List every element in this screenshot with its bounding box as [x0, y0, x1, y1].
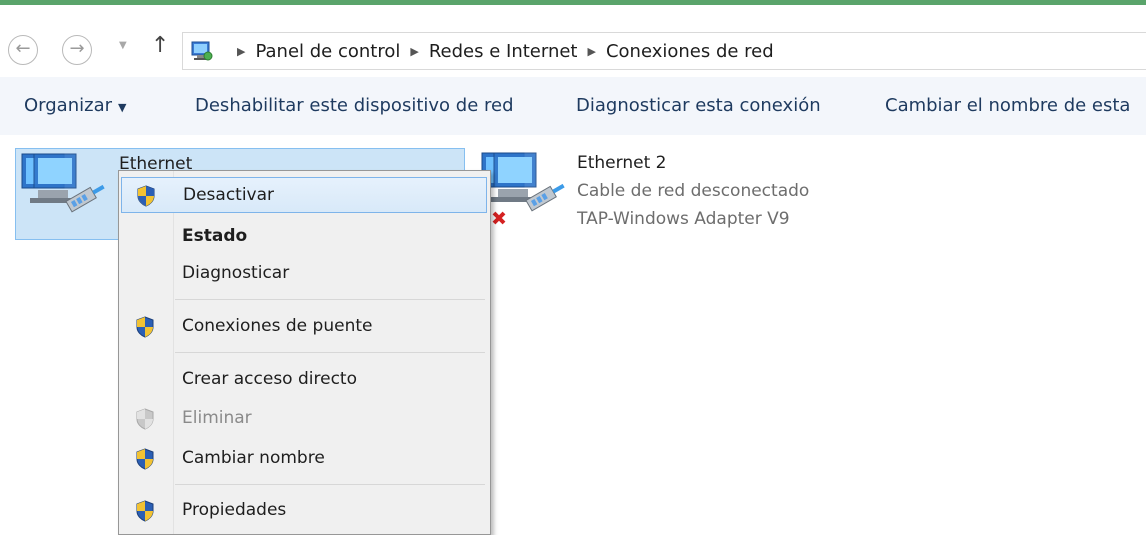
menu-item-diagnosticar[interactable]: Diagnosticar [119, 256, 490, 292]
uac-shield-icon [136, 316, 154, 338]
breadcrumb: ▶ Panel de control ▶ Redes e Internet ▶ … [227, 41, 774, 62]
breadcrumb-item-control-panel[interactable]: Panel de control [255, 41, 400, 62]
menu-item-propiedades[interactable]: Propiedades [119, 493, 490, 529]
control-panel-icon [191, 41, 213, 61]
adapter-status: Cable de red desconectado [577, 181, 810, 201]
organize-label: Organizar [24, 95, 112, 116]
menu-item-label: Estado [182, 226, 248, 246]
chevron-right-icon: ▶ [237, 45, 246, 58]
breadcrumb-item-network-connections[interactable]: Conexiones de red [606, 41, 774, 62]
menu-item-cambiar-nombre[interactable]: Cambiar nombre [119, 441, 490, 477]
menu-item-label: Eliminar [182, 408, 252, 428]
disable-device-button[interactable]: Deshabilitar este dispositivo de red [195, 95, 514, 116]
rename-connection-button[interactable]: Cambiar el nombre de esta [885, 95, 1130, 116]
menu-item-estado[interactable]: Estado [119, 219, 490, 255]
menu-item-label: Propiedades [182, 500, 287, 520]
menu-item-label: Diagnosticar [182, 263, 290, 283]
forward-arrow-icon[interactable]: → [62, 35, 92, 65]
adapter-device: TAP-Windows Adapter V9 [577, 209, 790, 229]
network-adapter-disconnected-icon [481, 152, 565, 225]
recent-locations-icon[interactable]: ▼ [119, 40, 127, 51]
diagnose-connection-button[interactable]: Diagnosticar esta conexión [576, 95, 821, 116]
menu-separator [175, 484, 485, 485]
menu-separator [175, 352, 485, 353]
uac-shield-disabled-icon [136, 408, 154, 430]
address-bar[interactable]: ▶ Panel de control ▶ Redes e Internet ▶ … [182, 32, 1146, 70]
menu-item-label: Cambiar nombre [182, 448, 325, 468]
network-adapter-icon [21, 153, 105, 213]
up-arrow-icon[interactable]: ↑ [151, 33, 169, 58]
uac-shield-icon [136, 500, 154, 522]
menu-item-desactivar[interactable]: Desactivar [121, 177, 487, 213]
chevron-right-icon[interactable]: ▶ [410, 45, 418, 58]
menu-item-label: Desactivar [183, 185, 275, 205]
adapter-name: Ethernet 2 [577, 153, 667, 173]
chevron-down-icon: ▼ [118, 101, 127, 114]
chevron-right-icon[interactable]: ▶ [587, 45, 595, 58]
adapter-ethernet-2[interactable]: Ethernet 2 Cable de red desconectado TAP… [476, 148, 876, 240]
menu-item-crear-acceso-directo[interactable]: Crear acceso directo [119, 362, 490, 398]
command-bar: Organizar ▼ Deshabilitar este dispositivo… [0, 77, 1146, 135]
breadcrumb-item-network-internet[interactable]: Redes e Internet [429, 41, 578, 62]
menu-item-label: Conexiones de puente [182, 316, 373, 336]
menu-item-eliminar: Eliminar [119, 401, 490, 437]
organize-button[interactable]: Organizar ▼ [24, 95, 126, 116]
back-arrow-icon[interactable]: ← [8, 35, 38, 65]
menu-item-label: Crear acceso directo [182, 369, 357, 389]
context-menu: Desactivar Estado Diagnosticar Conexione… [118, 170, 491, 535]
menu-item-conexiones-de-puente[interactable]: Conexiones de puente [119, 309, 490, 345]
uac-shield-icon [137, 185, 155, 207]
uac-shield-icon [136, 448, 154, 470]
address-area: ← → ▼ ↑ ▶ Panel de control ▶ Redes e Int… [0, 5, 1146, 70]
menu-separator [175, 299, 485, 300]
